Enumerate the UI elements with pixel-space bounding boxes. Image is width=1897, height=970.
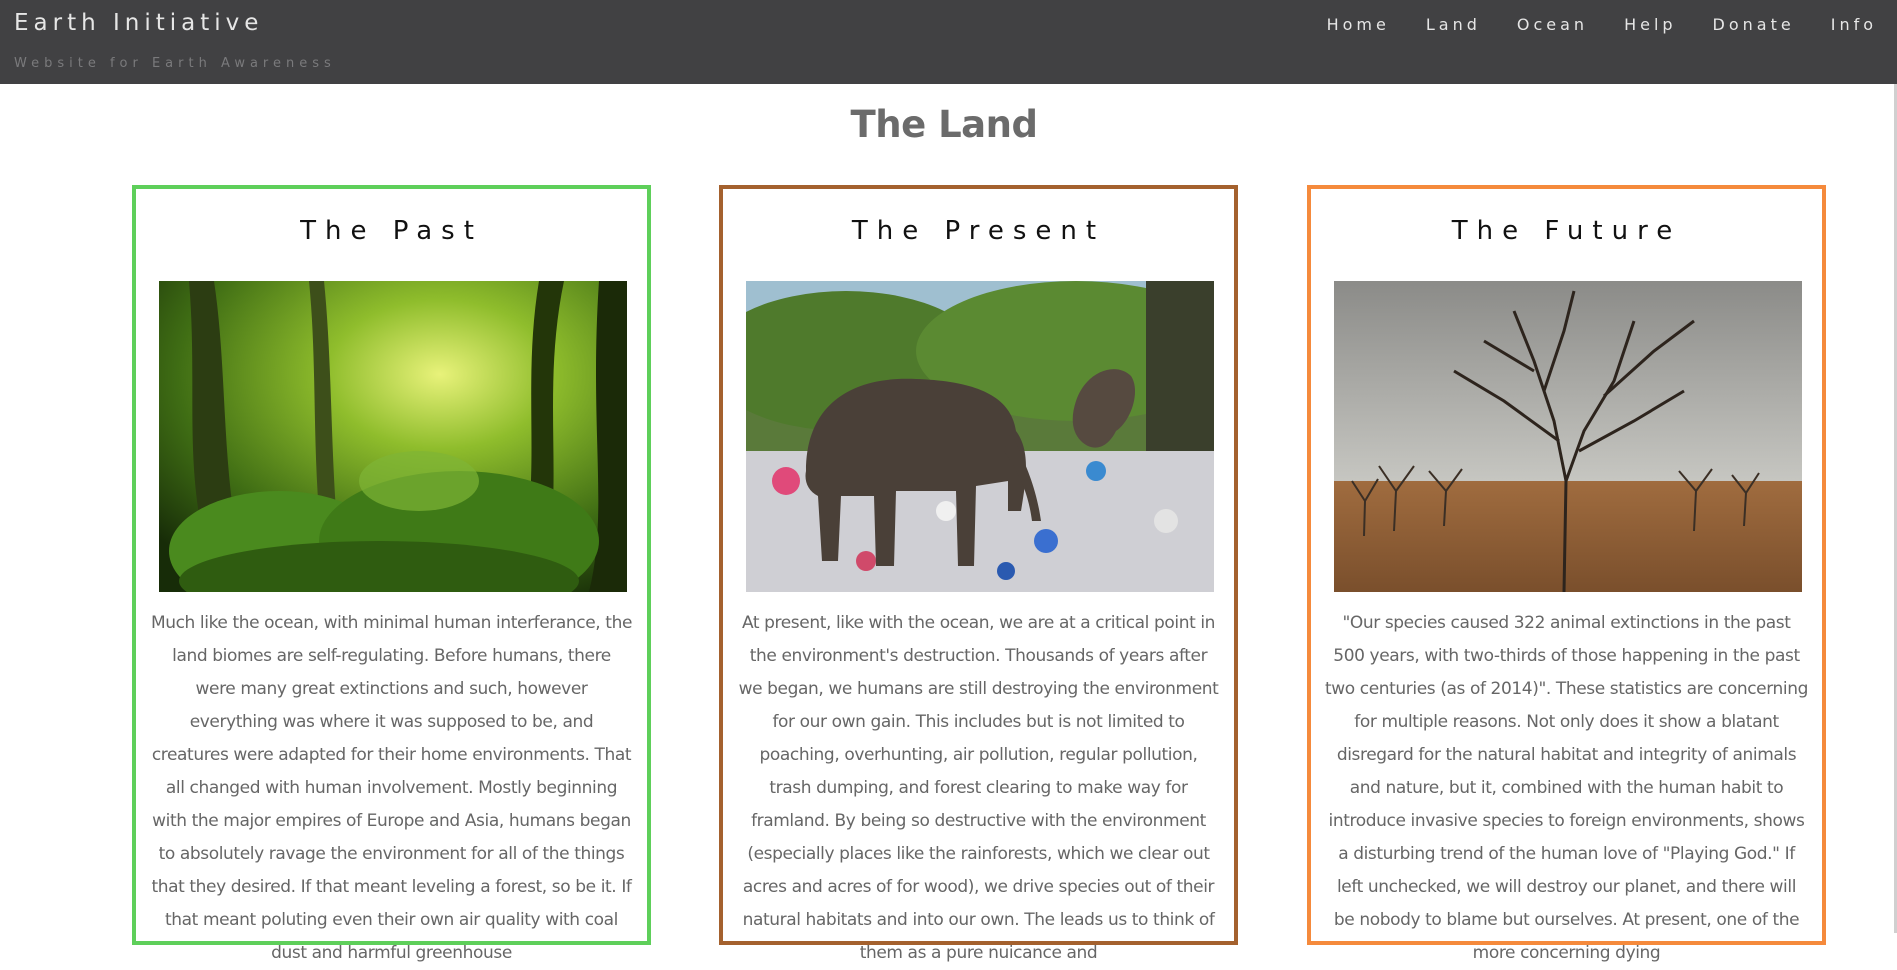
nav-home-link[interactable]: Home <box>1327 15 1390 34</box>
nav-info-link[interactable]: Info <box>1831 15 1877 34</box>
card-the-past: The Past Much like the ocean, with minim… <box>132 185 651 963</box>
card-title: The Future <box>1451 216 1682 246</box>
card-title: The Present <box>851 216 1106 246</box>
top-navbar: Earth Initiative Website for Earth Aware… <box>0 0 1897 84</box>
jungle-forest-photo <box>159 281 627 592</box>
page-title: The Land <box>850 102 1038 146</box>
site-subtitle: Website for Earth Awareness <box>14 56 336 71</box>
card-the-present: The Present At present, like with the oc… <box>719 185 1238 963</box>
card-the-future: The Future "Our species caused 322 anima… <box>1307 185 1826 963</box>
card-title: The Past <box>300 216 483 246</box>
nav-help-link[interactable]: Help <box>1624 15 1676 34</box>
card-text: "Our species caused 322 animal extinctio… <box>1325 613 1808 963</box>
dead-orchard-photo <box>1334 281 1802 592</box>
card-text: At present, like with the ocean, we are … <box>738 613 1219 963</box>
nav-ocean-link[interactable]: Ocean <box>1517 15 1588 34</box>
site-title[interactable]: Earth Initiative <box>14 10 263 36</box>
nav-land-link[interactable]: Land <box>1426 15 1481 34</box>
elephant-in-trash-photo <box>746 281 1214 592</box>
main-nav: Home Land Ocean Help Donate Info <box>1291 15 1877 34</box>
nav-donate-link[interactable]: Donate <box>1713 15 1795 34</box>
card-text: Much like the ocean, with minimal human … <box>150 613 633 963</box>
